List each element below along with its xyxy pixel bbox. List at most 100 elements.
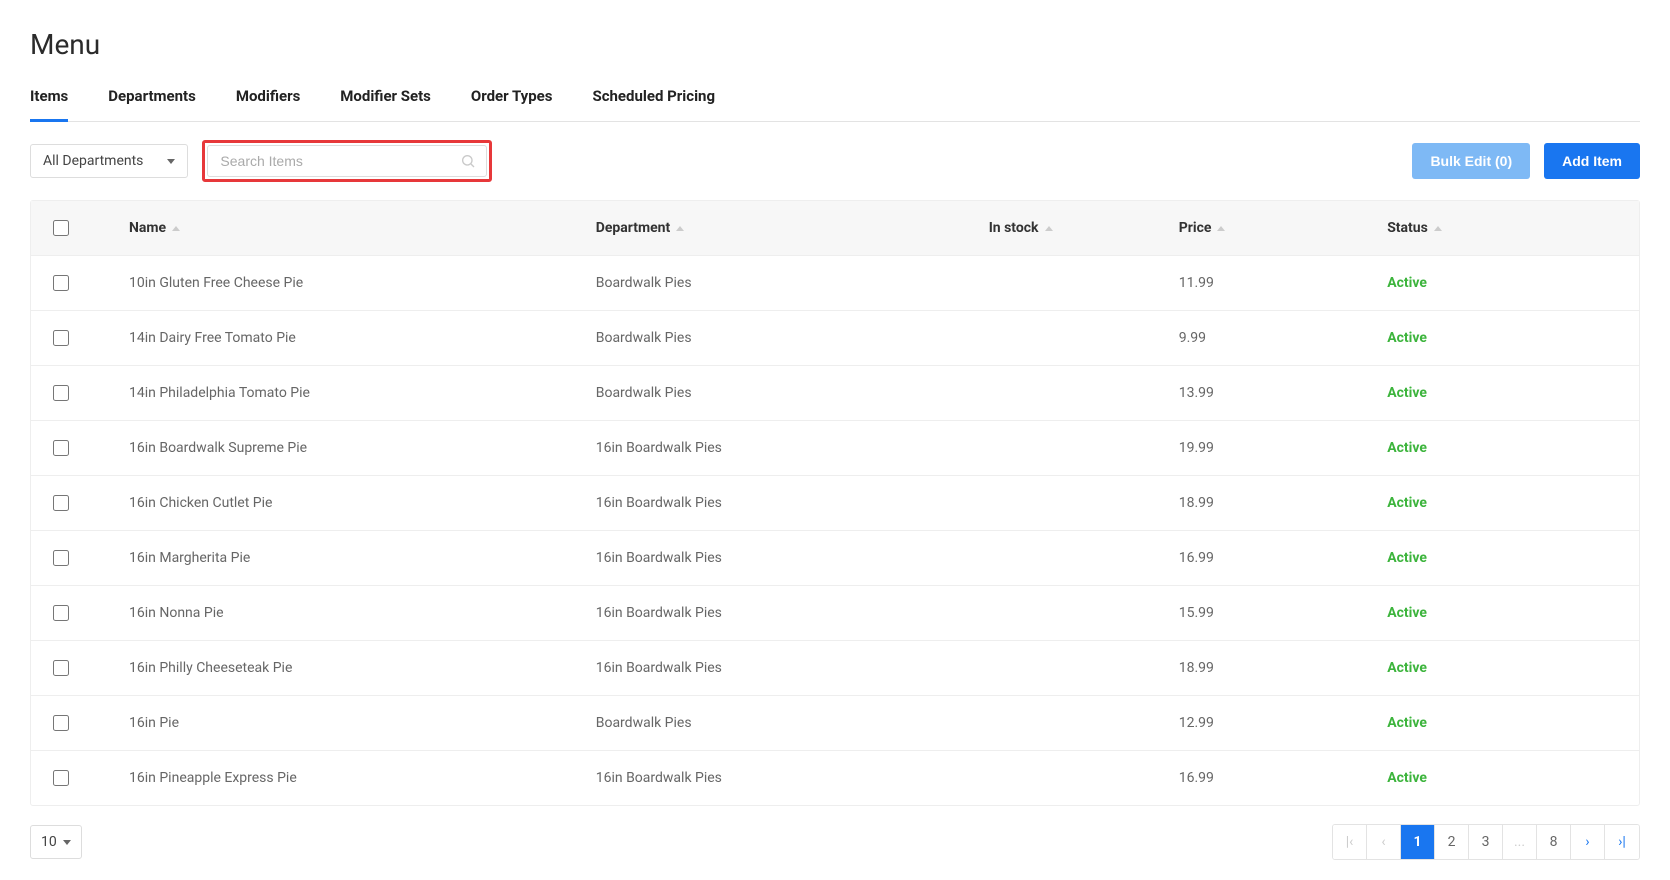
cell-department: 16in Boardwalk Pies bbox=[584, 751, 977, 805]
page-last[interactable]: ›| bbox=[1605, 825, 1639, 859]
cell-in-stock bbox=[977, 311, 1167, 365]
col-department-label: Department bbox=[596, 220, 671, 236]
cell-name: 16in Chicken Cutlet Pie bbox=[101, 476, 584, 530]
cell-price: 12.99 bbox=[1167, 696, 1375, 750]
pagination: |‹‹123...8››| bbox=[1332, 824, 1640, 860]
bulk-edit-button[interactable]: Bulk Edit (0) bbox=[1412, 143, 1530, 179]
status-badge: Active bbox=[1387, 550, 1427, 566]
row-checkbox[interactable] bbox=[53, 275, 69, 291]
table-row[interactable]: 16in Chicken Cutlet Pie16in Boardwalk Pi… bbox=[31, 476, 1639, 531]
chevron-down-icon bbox=[167, 159, 175, 164]
row-checkbox[interactable] bbox=[53, 550, 69, 566]
cell-name: 16in Boardwalk Supreme Pie bbox=[101, 421, 584, 475]
row-checkbox[interactable] bbox=[53, 385, 69, 401]
col-status[interactable]: Status bbox=[1375, 201, 1639, 255]
page-first: |‹ bbox=[1333, 825, 1367, 859]
cell-name: 16in Nonna Pie bbox=[101, 586, 584, 640]
col-in-stock[interactable]: In stock bbox=[977, 201, 1167, 255]
cell-in-stock bbox=[977, 696, 1167, 750]
cell-name: 16in Margherita Pie bbox=[101, 531, 584, 585]
table-row[interactable]: 16in Nonna Pie16in Boardwalk Pies15.99Ac… bbox=[31, 586, 1639, 641]
page-ellipsis: ... bbox=[1503, 825, 1537, 859]
page-8[interactable]: 8 bbox=[1537, 825, 1571, 859]
status-badge: Active bbox=[1387, 275, 1427, 291]
page-next[interactable]: › bbox=[1571, 825, 1605, 859]
row-checkbox[interactable] bbox=[53, 605, 69, 621]
table-footer: 10 |‹‹123...8››| bbox=[30, 824, 1640, 860]
cell-department: 16in Boardwalk Pies bbox=[584, 421, 977, 475]
tabs: Items Departments Modifiers Modifier Sets Or… bbox=[30, 77, 1640, 122]
cell-department: Boardwalk Pies bbox=[584, 311, 977, 365]
sort-icon bbox=[1045, 226, 1053, 231]
cell-in-stock bbox=[977, 641, 1167, 695]
tab-modifiers[interactable]: Modifiers bbox=[236, 77, 300, 122]
cell-department: Boardwalk Pies bbox=[584, 696, 977, 750]
cell-in-stock bbox=[977, 531, 1167, 585]
tab-order-types[interactable]: Order Types bbox=[471, 77, 553, 122]
status-badge: Active bbox=[1387, 770, 1427, 786]
page-title: Menu bbox=[30, 28, 1640, 61]
table-row[interactable]: 14in Dairy Free Tomato PieBoardwalk Pies… bbox=[31, 311, 1639, 366]
table-row[interactable]: 16in Boardwalk Supreme Pie16in Boardwalk… bbox=[31, 421, 1639, 476]
row-checkbox[interactable] bbox=[53, 495, 69, 511]
col-price-label: Price bbox=[1179, 220, 1212, 236]
page-size-select[interactable]: 10 bbox=[30, 825, 82, 859]
row-checkbox[interactable] bbox=[53, 440, 69, 456]
department-filter-label: All Departments bbox=[43, 153, 143, 169]
table-row[interactable]: 16in Margherita Pie16in Boardwalk Pies 16… bbox=[31, 531, 1639, 586]
col-status-label: Status bbox=[1387, 220, 1428, 236]
select-all-checkbox[interactable] bbox=[53, 220, 69, 236]
cell-in-stock bbox=[977, 256, 1167, 310]
items-table: Name Department In stock Price Status 10… bbox=[30, 200, 1640, 806]
table-row[interactable]: 16in PieBoardwalk Pies 12.99 Active bbox=[31, 696, 1639, 751]
cell-price: 13.99 bbox=[1167, 366, 1375, 420]
cell-in-stock bbox=[977, 751, 1167, 805]
page-size-value: 10 bbox=[41, 834, 57, 850]
cell-in-stock bbox=[977, 586, 1167, 640]
row-checkbox[interactable] bbox=[53, 330, 69, 346]
table-row[interactable]: 10in Gluten Free Cheese PieBoardwalk Pie… bbox=[31, 256, 1639, 311]
tab-modifier-sets[interactable]: Modifier Sets bbox=[340, 77, 431, 122]
tab-scheduled-pricing[interactable]: Scheduled Pricing bbox=[592, 77, 715, 122]
add-item-button[interactable]: Add Item bbox=[1544, 143, 1640, 179]
cell-name: 16in Philly Cheeseteak Pie bbox=[101, 641, 584, 695]
sort-icon bbox=[1434, 226, 1442, 231]
table-row[interactable]: 16in Philly Cheeseteak Pie16in Boardwalk… bbox=[31, 641, 1639, 696]
row-checkbox[interactable] bbox=[53, 660, 69, 676]
tab-departments[interactable]: Departments bbox=[108, 77, 196, 122]
cell-name: 14in Philadelphia Tomato Pie bbox=[101, 366, 584, 420]
status-badge: Active bbox=[1387, 385, 1427, 401]
row-checkbox[interactable] bbox=[53, 770, 69, 786]
cell-name: 10in Gluten Free Cheese Pie bbox=[101, 256, 584, 310]
status-badge: Active bbox=[1387, 605, 1427, 621]
col-name-label: Name bbox=[129, 220, 166, 236]
cell-price: 19.99 bbox=[1167, 421, 1375, 475]
col-name[interactable]: Name bbox=[101, 201, 584, 255]
page-3[interactable]: 3 bbox=[1469, 825, 1503, 859]
cell-department: 16in Boardwalk Pies bbox=[584, 531, 977, 585]
search-box bbox=[207, 145, 487, 177]
cell-price: 16.99 bbox=[1167, 531, 1375, 585]
row-checkbox[interactable] bbox=[53, 715, 69, 731]
cell-department: Boardwalk Pies bbox=[584, 366, 977, 420]
table-row[interactable]: 14in Philadelphia Tomato PieBoardwalk Pi… bbox=[31, 366, 1639, 421]
page-1[interactable]: 1 bbox=[1401, 825, 1435, 859]
search-icon bbox=[460, 153, 476, 169]
status-badge: Active bbox=[1387, 660, 1427, 676]
cell-price: 18.99 bbox=[1167, 476, 1375, 530]
toolbar: All Departments Bulk Edit (0) Add Item bbox=[30, 140, 1640, 182]
col-department[interactable]: Department bbox=[584, 201, 977, 255]
page-2[interactable]: 2 bbox=[1435, 825, 1469, 859]
cell-name: 16in Pineapple Express Pie bbox=[101, 751, 584, 805]
table-row[interactable]: 16in Pineapple Express Pie16in Boardwalk… bbox=[31, 751, 1639, 805]
cell-department: Boardwalk Pies bbox=[584, 256, 977, 310]
col-price[interactable]: Price bbox=[1167, 201, 1375, 255]
search-input[interactable] bbox=[218, 152, 460, 170]
tab-items[interactable]: Items bbox=[30, 77, 68, 122]
cell-name: 16in Pie bbox=[101, 696, 584, 750]
cell-in-stock bbox=[977, 476, 1167, 530]
cell-price: 18.99 bbox=[1167, 641, 1375, 695]
chevron-down-icon bbox=[63, 840, 71, 845]
department-filter[interactable]: All Departments bbox=[30, 144, 188, 178]
status-badge: Active bbox=[1387, 715, 1427, 731]
